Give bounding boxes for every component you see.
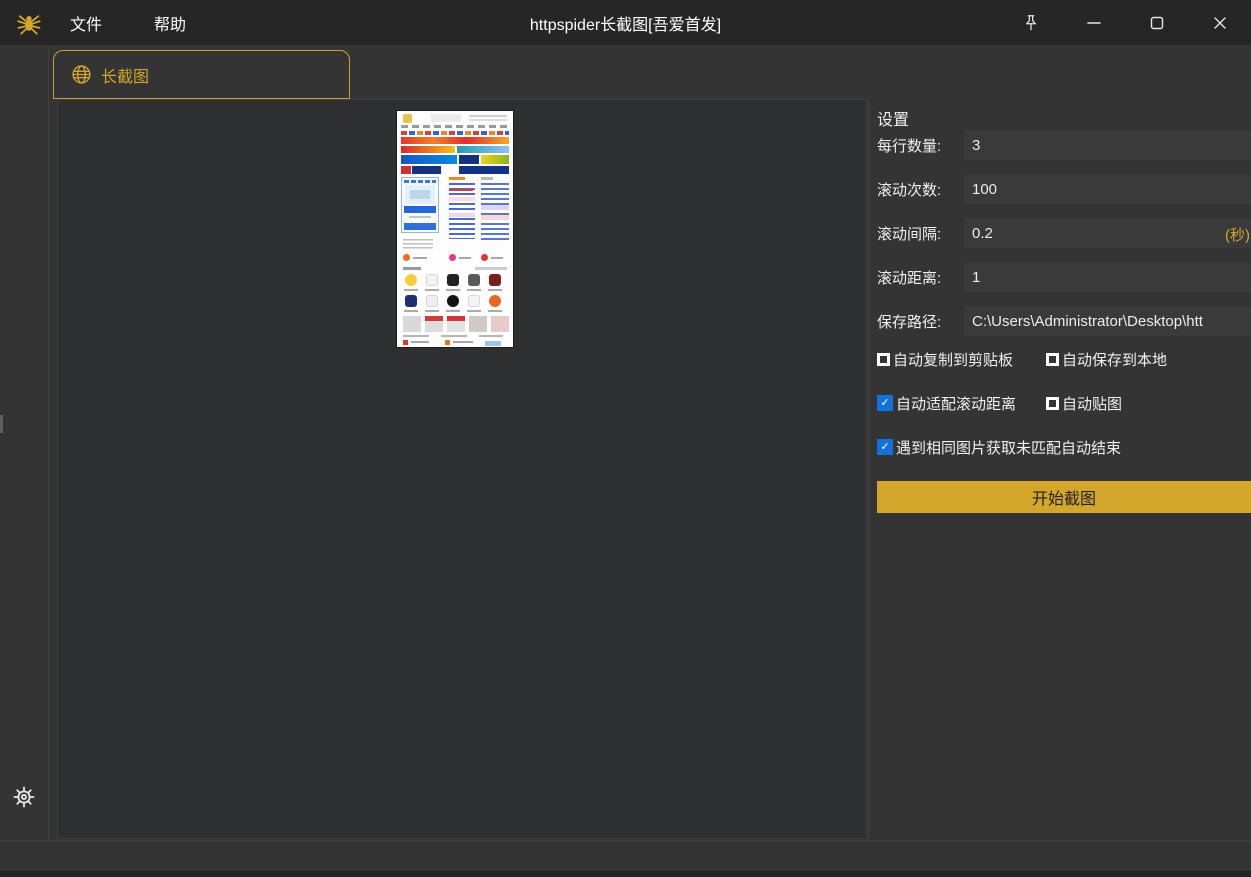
window-bottom-edge [0,871,1251,877]
field-row-per-line: 每行数量: [877,130,1251,160]
status-bar [0,840,1251,871]
tab-long-screenshot[interactable]: 长截图 [53,50,350,99]
close-button[interactable] [1188,0,1251,45]
checkbox-box[interactable]: ✓ [877,395,893,411]
scroll-distance-label: 滚动距离: [877,267,964,288]
page-thumbnail [397,111,513,347]
checkbox-auto-paste-image[interactable]: 自动贴图 [1046,393,1122,414]
maximize-button[interactable] [1125,0,1188,45]
checkbox-stop-on-duplicate[interactable]: ✓ 遇到相同图片获取未匹配自动结束 [877,437,1121,458]
edge-resize-handle[interactable] [0,415,3,433]
checkbox-box[interactable] [1046,353,1059,366]
menu-bar: 文件 帮助 [66,0,190,45]
field-row-save-path: 保存路径: [877,306,1251,336]
left-rail [0,45,49,839]
checkbox-label: 自动贴图 [1062,393,1122,414]
settings-panel: 设置 每行数量: 滚动次数: 滚动间隔: (秒) 滚动距离: 保存路径: 自动复… [877,99,1251,840]
tab-label: 长截图 [101,63,149,87]
checkbox-label: 遇到相同图片获取未匹配自动结束 [896,437,1121,458]
scroll-count-input[interactable] [964,174,1251,204]
scroll-interval-input[interactable] [964,218,1251,248]
minimize-icon [1086,15,1102,31]
app-window: 文件 帮助 httpspider长截图[吾爱首发] [0,0,1251,877]
field-row-scroll-interval: 滚动间隔: (秒) [877,218,1251,248]
checkbox-box[interactable] [877,353,890,366]
gear-icon [11,784,37,810]
menu-file[interactable]: 文件 [66,9,106,37]
checkbox-box[interactable]: ✓ [877,439,893,455]
panel-divider [868,99,869,839]
checkbox-row-2: ✓ 自动适配滚动距离 自动贴图 [877,394,1251,412]
field-row-scroll-count: 滚动次数: [877,174,1251,204]
save-path-input[interactable] [964,306,1251,336]
checkbox-label: 自动复制到剪贴板 [893,349,1013,370]
checkbox-box[interactable] [1046,397,1059,410]
per-line-label: 每行数量: [877,135,964,156]
maximize-icon [1149,15,1165,31]
pin-button[interactable] [999,0,1062,45]
scroll-count-label: 滚动次数: [877,179,964,200]
settings-gear-button[interactable] [11,784,37,810]
checkbox-auto-save-local[interactable]: 自动保存到本地 [1046,349,1167,370]
pin-icon [1022,14,1040,32]
save-path-label: 保存路径: [877,311,964,332]
window-controls [999,0,1251,45]
title-bar: 文件 帮助 httpspider长截图[吾爱首发] [0,0,1251,45]
start-capture-button[interactable]: 开始截图 [877,481,1251,513]
menu-help[interactable]: 帮助 [150,9,190,37]
scroll-interval-label: 滚动间隔: [877,223,964,244]
checkbox-label: 自动适配滚动距离 [896,393,1016,414]
checkbox-auto-copy-clipboard[interactable]: 自动复制到剪贴板 [877,349,1046,370]
minimize-button[interactable] [1062,0,1125,45]
checkbox-row-1: 自动复制到剪贴板 自动保存到本地 [877,350,1251,368]
close-icon [1212,15,1228,31]
scroll-distance-input[interactable] [964,262,1251,292]
field-row-scroll-distance: 滚动距离: [877,262,1251,292]
capture-preview-canvas [57,99,867,839]
checkbox-row-3: ✓ 遇到相同图片获取未匹配自动结束 [877,438,1251,456]
checkbox-auto-fit-scroll-distance[interactable]: ✓ 自动适配滚动距离 [877,393,1046,414]
per-line-input[interactable] [964,130,1251,160]
checkbox-label: 自动保存到本地 [1062,349,1167,370]
spider-app-icon [14,8,44,38]
settings-header: 设置 [877,106,909,130]
globe-icon [71,64,92,85]
